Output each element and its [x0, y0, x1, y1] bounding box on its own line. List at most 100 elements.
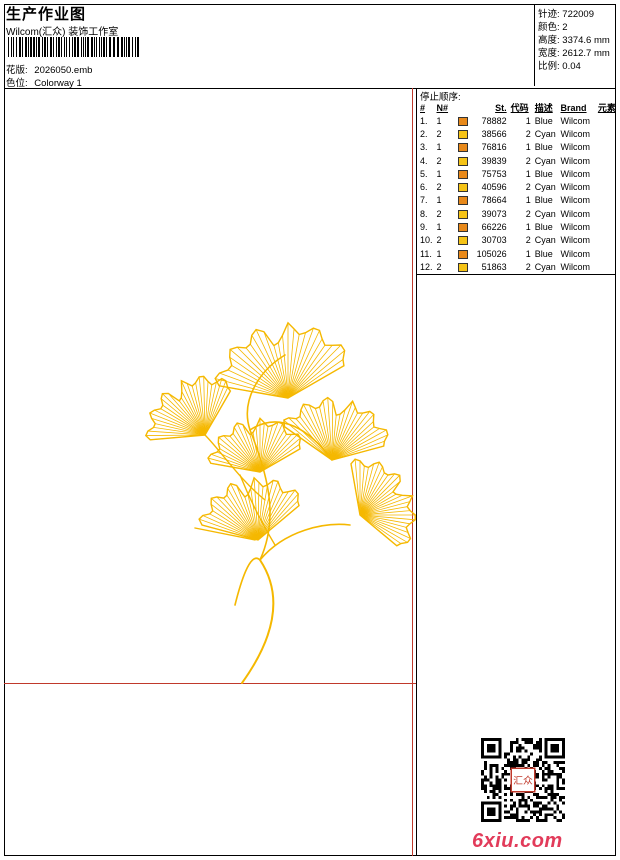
row-swatch [456, 234, 473, 247]
row-needle: 1 [436, 115, 442, 126]
row-element [596, 234, 620, 247]
stitches-row: 针迹: 722009 [538, 9, 594, 20]
row-code: 1 [525, 222, 531, 233]
row-index: 12. [420, 261, 433, 272]
site-logo: 6xiu.com [472, 830, 563, 852]
row-element [596, 207, 620, 220]
row-stitches: 51863 [481, 261, 507, 272]
row-desc: Cyan [534, 235, 556, 246]
ginkgo-leaf-left-upper [144, 375, 232, 441]
row-desc: Blue [534, 168, 553, 179]
row-swatch [456, 114, 473, 127]
color-swatch [457, 236, 468, 246]
row-brand: Wilcom [560, 261, 591, 272]
row-element [596, 247, 620, 260]
row-needle: 2 [436, 155, 442, 166]
row-element [596, 141, 620, 154]
colors-row: 颜色: 2 [538, 22, 568, 33]
ginkgo-leaf-top [214, 321, 346, 399]
ginkgo-leaf-right-lower [350, 458, 416, 547]
row-element [596, 167, 620, 180]
row-desc: Cyan [534, 128, 556, 139]
row-desc: Cyan [534, 208, 556, 219]
width-row: 宽度: 2612.7 mm [538, 48, 610, 59]
color-swatch [457, 262, 468, 272]
row-index: 8. [420, 208, 428, 219]
row-desc: Blue [534, 115, 553, 126]
row-index: 7. [420, 195, 428, 206]
col-stitches: St. [495, 102, 507, 113]
row-swatch [456, 247, 473, 260]
row-brand: Wilcom [560, 208, 591, 219]
row-brand: Wilcom [560, 155, 591, 166]
row-needle: 1 [436, 248, 442, 259]
color-swatch [457, 209, 468, 219]
table-row: 5. 1 75753 1 Blue Wilcom [418, 167, 620, 180]
row-stitches: 39073 [481, 208, 507, 219]
row-index: 9. [420, 222, 428, 233]
row-element [596, 220, 620, 233]
row-needle: 1 [436, 222, 442, 233]
row-stitches: 38566 [481, 128, 507, 139]
row-code: 1 [525, 168, 531, 179]
ginkgo-leaf-left-lower [198, 476, 300, 541]
row-code: 2 [525, 208, 531, 219]
qr-code: 汇众 [481, 738, 565, 822]
row-swatch [456, 167, 473, 180]
company-name: Wilcom(汇众) 装饰工作室 [6, 27, 119, 38]
row-element [596, 154, 620, 167]
row-brand: Wilcom [560, 235, 591, 246]
ginkgo-leaf-center [207, 417, 302, 473]
embroidery-design [144, 321, 416, 684]
color-swatch [457, 249, 468, 259]
row-index: 6. [420, 182, 428, 193]
row-desc: Cyan [534, 155, 556, 166]
table-row: 9. 1 66226 1 Blue Wilcom [418, 220, 620, 233]
row-brand: Wilcom [560, 182, 591, 193]
row-swatch [456, 194, 473, 207]
row-element [596, 127, 620, 140]
stem-main [241, 559, 275, 684]
row-stitches: 76816 [481, 142, 507, 153]
row-desc: Blue [534, 195, 553, 206]
row-code: 2 [525, 155, 531, 166]
row-desc: Cyan [534, 261, 556, 272]
row-needle: 2 [436, 128, 442, 139]
row-index: 5. [420, 168, 428, 179]
color-swatch [457, 223, 468, 233]
row-desc: Blue [534, 222, 553, 233]
height-row: 高度: 3374.6 mm [538, 35, 610, 46]
color-swatch [457, 169, 468, 179]
color-swatch [457, 156, 468, 166]
color-swatch [457, 130, 468, 139]
col-swatch [456, 101, 473, 114]
row-brand: Wilcom [560, 142, 591, 153]
row-swatch [456, 141, 473, 154]
row-code: 2 [525, 182, 531, 193]
col-code: 代码 [510, 103, 529, 113]
row-stitches: 30703 [481, 235, 507, 246]
row-desc: Blue [534, 142, 553, 153]
row-needle: 1 [436, 168, 442, 179]
table-row: 12. 2 51863 2 Cyan Wilcom [418, 260, 620, 273]
row-code: 1 [525, 115, 531, 126]
seal-text: 汇众 [513, 775, 533, 787]
page-title: 生产作业图 [6, 6, 87, 23]
row-stitches: 40596 [481, 182, 507, 193]
stem-left [234, 557, 261, 606]
table-row: 10. 2 30703 2 Cyan Wilcom [418, 234, 620, 247]
row-brand: Wilcom [560, 195, 591, 206]
row-desc: Blue [534, 248, 553, 259]
scale-row: 比例: 0.04 [538, 61, 581, 72]
row-needle: 2 [436, 208, 442, 219]
table-row: 2. 2 38566 2 Cyan Wilcom [418, 127, 620, 140]
row-brand: Wilcom [560, 115, 591, 126]
row-index: 4. [420, 155, 428, 166]
color-swatch [457, 116, 468, 126]
row-code: 1 [525, 195, 531, 206]
row-code: 1 [525, 142, 531, 153]
row-code: 2 [525, 261, 531, 272]
meta-box: 针迹: 722009 颜色: 2 高度: 3374.6 mm 宽度: 2612.… [534, 4, 617, 86]
row-stitches: 78882 [481, 115, 507, 126]
row-swatch [456, 180, 473, 193]
